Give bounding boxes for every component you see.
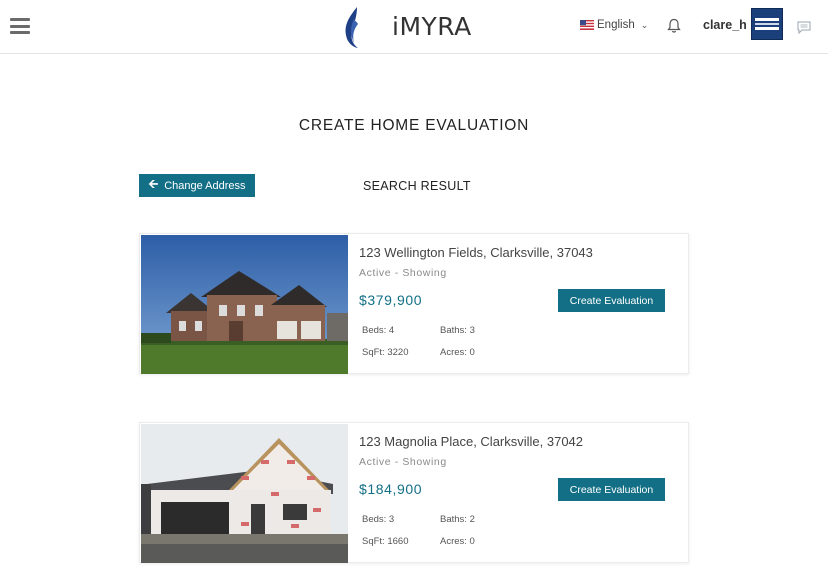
acres-value: Acres: 0 xyxy=(440,536,475,547)
chevron-down-icon: ⌄ xyxy=(640,19,649,30)
listing-price: $379,900 xyxy=(359,292,423,308)
sqft-value: SqFt: 1660 xyxy=(362,536,409,547)
change-address-label: Change Address xyxy=(164,179,246,192)
menu-icon[interactable] xyxy=(10,18,30,34)
baths-count: Baths: 3 xyxy=(440,325,475,336)
listing-address[interactable]: 123 Magnolia Place, Clarksville, 37042 xyxy=(359,434,583,449)
beds-count: Beds: 4 xyxy=(362,325,395,336)
listing-status: Active - Showing xyxy=(359,456,447,468)
beds-count: Beds: 3 xyxy=(362,514,395,525)
flame-logo-icon xyxy=(345,7,358,48)
top-navbar: iMYRA English ⌄ clare_h xyxy=(0,0,828,54)
language-selector[interactable]: English ⌄ xyxy=(580,19,648,31)
listing-card: 123 Magnolia Place, Clarksville, 37042 A… xyxy=(139,422,689,563)
create-evaluation-button[interactable]: Create Evaluation xyxy=(558,478,665,501)
bell-icon[interactable] xyxy=(667,18,681,34)
brand-name[interactable]: iMYRA xyxy=(392,12,472,41)
language-label: English xyxy=(597,19,635,31)
listing-status: Active - Showing xyxy=(359,267,447,279)
listing-card: 123 Wellington Fields, Clarksville, 3704… xyxy=(139,233,689,374)
listing-photo[interactable] xyxy=(141,235,348,374)
listing-address[interactable]: 123 Wellington Fields, Clarksville, 3704… xyxy=(359,245,593,260)
baths-count: Baths: 2 xyxy=(440,514,475,525)
username[interactable]: clare_h xyxy=(703,18,747,32)
page-title: CREATE HOME EVALUATION xyxy=(298,117,530,134)
chat-icon[interactable] xyxy=(797,21,811,34)
us-flag-icon xyxy=(580,20,594,30)
search-result-heading: SEARCH RESULT xyxy=(363,179,471,193)
arrow-left-icon: 🡨 xyxy=(148,177,159,191)
create-evaluation-button[interactable]: Create Evaluation xyxy=(558,289,665,312)
acres-value: Acres: 0 xyxy=(440,347,475,358)
listing-price: $184,900 xyxy=(359,481,423,497)
sqft-value: SqFt: 3220 xyxy=(362,347,409,358)
avatar[interactable] xyxy=(751,8,783,40)
change-address-button[interactable]: 🡨 Change Address xyxy=(139,174,255,197)
listing-photo[interactable] xyxy=(141,424,348,563)
